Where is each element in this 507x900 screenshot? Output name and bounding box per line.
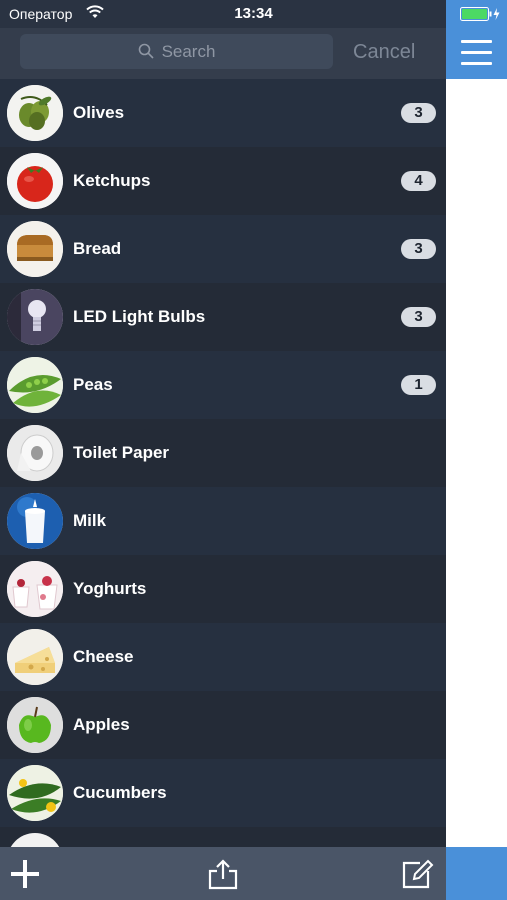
olives-icon <box>7 85 63 141</box>
share-icon <box>208 859 238 890</box>
toilet-paper-icon <box>7 425 63 481</box>
list-item[interactable]: Bread 3 <box>0 215 446 284</box>
plus-icon <box>11 860 39 888</box>
tomato-icon <box>7 153 63 209</box>
item-name: Olives <box>73 103 125 122</box>
item-name: Cheese <box>73 647 134 666</box>
item-name: LED Light Bulbs <box>73 307 206 326</box>
search-header: Search Cancel <box>0 28 446 79</box>
search-input[interactable]: Search <box>20 34 333 69</box>
battery-icon <box>460 7 502 24</box>
yoghurt-icon <box>7 561 63 617</box>
shopping-list: Olives 3 Ketchups 4 Bread 3 LED Light Bu… <box>0 79 446 847</box>
item-thumbnail <box>7 833 63 847</box>
item-name: Cucumbers <box>73 783 167 802</box>
item-name: Ketchups <box>73 171 151 190</box>
peas-icon <box>7 357 63 413</box>
milk-icon <box>7 493 63 549</box>
list-item[interactable]: Apples <box>0 691 446 760</box>
hamburger-menu-icon <box>461 40 492 43</box>
add-button[interactable] <box>8 857 42 891</box>
menu-button[interactable] <box>446 28 507 79</box>
compose-icon <box>402 859 434 889</box>
apple-icon <box>7 697 63 753</box>
list-item[interactable]: Milk <box>0 487 446 556</box>
cheese-icon <box>7 629 63 685</box>
count-badge: 3 <box>401 103 436 123</box>
status-bar: Оператор 13:34 <box>0 0 507 28</box>
item-name: Toilet Paper <box>73 443 170 462</box>
count-badge: 3 <box>401 239 436 259</box>
edit-button[interactable] <box>400 857 434 891</box>
count-badge: 1 <box>401 375 436 395</box>
list-item[interactable]: Toilet Paper <box>0 419 446 488</box>
count-badge: 3 <box>401 307 436 327</box>
item-name: Peas <box>73 375 113 394</box>
item-name: Yoghurts <box>73 579 147 598</box>
item-name: Bread <box>73 239 122 258</box>
share-button[interactable] <box>206 857 240 891</box>
list-item[interactable]: Olives 3 <box>0 79 446 148</box>
clock: 13:34 <box>234 5 273 22</box>
list-item[interactable]: Yoghurts <box>0 555 446 624</box>
count-badge: 4 <box>401 171 436 191</box>
item-name: Milk <box>73 511 107 530</box>
item-name: Apples <box>73 715 130 734</box>
list-item[interactable]: Cheese <box>0 623 446 692</box>
list-item[interactable]: LED Light Bulbs 3 <box>0 283 446 352</box>
list-item[interactable]: Peas 1 <box>0 351 446 420</box>
cancel-button[interactable]: Cancel <box>353 41 415 64</box>
search-placeholder: Search <box>161 42 216 61</box>
list-item[interactable]: Ketchups 4 <box>0 147 446 216</box>
list-item-partial[interactable] <box>0 827 446 847</box>
search-icon <box>138 43 154 59</box>
toolbar-accent <box>446 847 507 900</box>
cucumber-icon <box>7 765 63 821</box>
bottom-toolbar <box>0 847 446 900</box>
bread-icon <box>7 221 63 277</box>
light-bulb-icon <box>7 289 63 345</box>
list-item[interactable]: Cucumbers <box>0 759 446 828</box>
